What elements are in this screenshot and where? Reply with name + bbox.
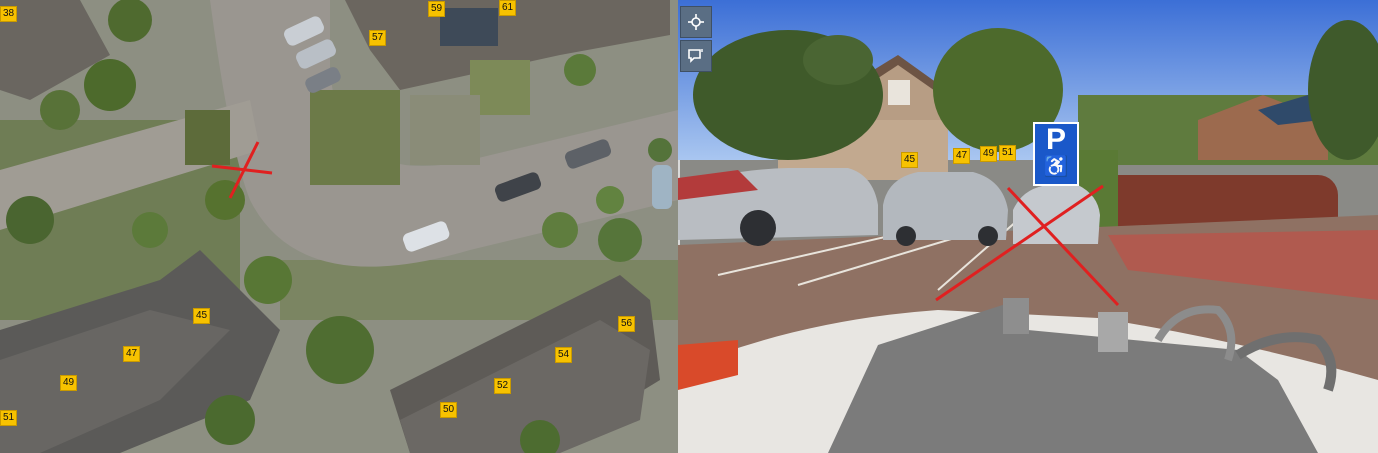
move-crosshair-button[interactable] bbox=[680, 6, 712, 38]
house-number-label: 54 bbox=[555, 347, 573, 363]
house-number-label: 47 bbox=[953, 148, 971, 164]
house-number-label: 50 bbox=[440, 402, 458, 418]
house-number-label: 52 bbox=[494, 378, 512, 394]
parking-letter: P bbox=[1045, 123, 1066, 156]
house-number-label: 51 bbox=[0, 410, 18, 426]
house-number-label: 51 bbox=[999, 145, 1017, 161]
aerial-map-view[interactable] bbox=[0, 0, 678, 453]
viewer-toolbar bbox=[680, 6, 712, 74]
house-number-label: 49 bbox=[60, 375, 78, 391]
comment-button[interactable] bbox=[680, 40, 712, 72]
house-number-label: 59 bbox=[428, 1, 446, 17]
house-number-label: 47 bbox=[123, 346, 141, 362]
wheelchair-icon: ♿ bbox=[1043, 156, 1069, 178]
crosshair-move-icon bbox=[688, 14, 704, 30]
street-imagery bbox=[678, 0, 1378, 453]
house-number-label: 45 bbox=[901, 152, 919, 168]
aerial-imagery bbox=[0, 0, 678, 453]
house-number-label: 38 bbox=[0, 6, 18, 22]
street-view-panorama[interactable] bbox=[678, 0, 1378, 453]
house-number-label: 45 bbox=[193, 308, 211, 324]
house-number-label: 56 bbox=[618, 316, 636, 332]
split-viewer: 38 59 61 57 45 47 49 51 56 54 52 50 45 4… bbox=[0, 0, 1378, 453]
house-number-label: 49 bbox=[980, 146, 998, 162]
comment-icon bbox=[688, 49, 703, 63]
house-number-label: 57 bbox=[369, 30, 387, 46]
disabled-parking-sign: P ♿ bbox=[1033, 122, 1079, 186]
house-number-label: 61 bbox=[499, 0, 517, 16]
